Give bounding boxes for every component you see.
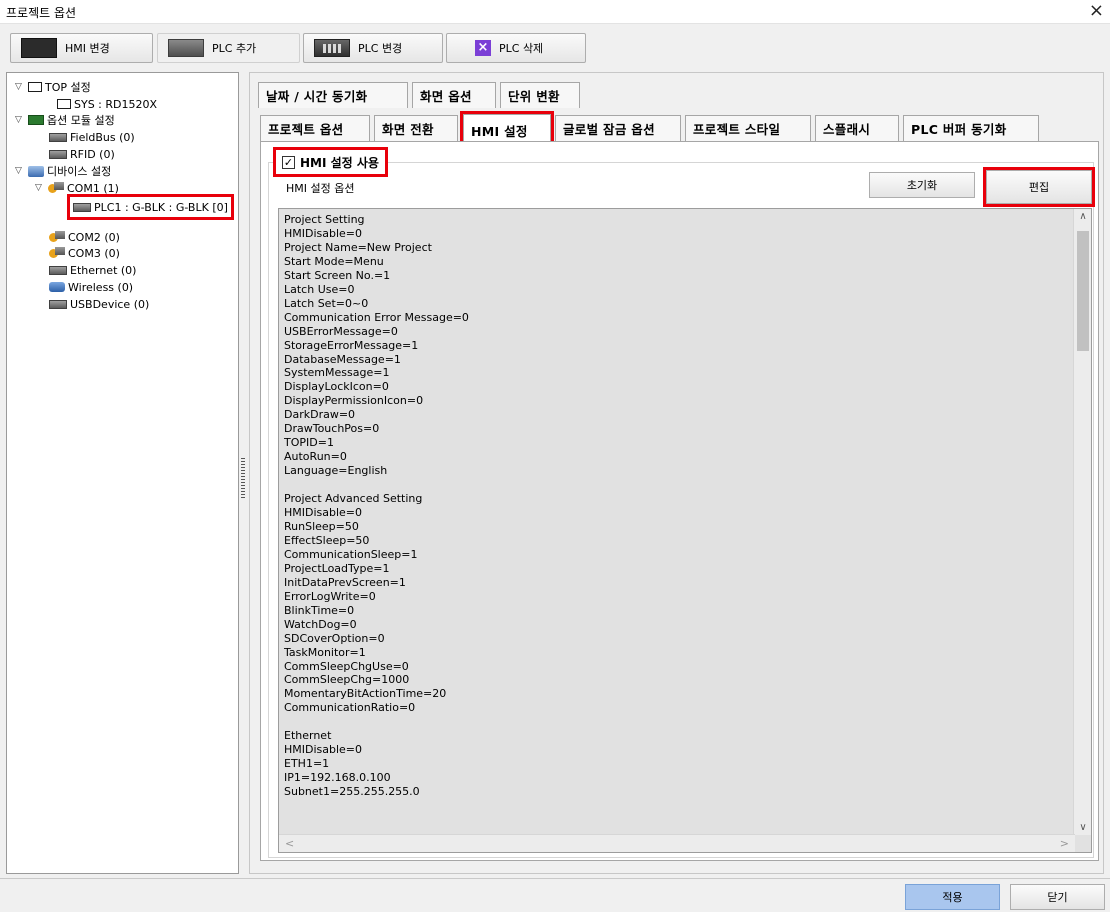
project-tree[interactable]: ▽ TOP 설정 SYS : RD1520X ▽ 옵션 모듈 설정 FieldB… (6, 72, 239, 874)
tree-label: FieldBus (0) (70, 130, 135, 144)
monitor-icon (57, 99, 71, 109)
edit-button[interactable]: 편집 (983, 167, 1095, 207)
tree-label: RFID (0) (70, 147, 115, 161)
tree-label: TOP 설정 (45, 81, 91, 94)
plc-icon (168, 39, 204, 57)
plc-change-button[interactable]: PLC 변경 (303, 33, 443, 63)
toolbar: HMI 변경 PLC 추가 PLC 변경 × PLC 삭제 (0, 28, 1110, 68)
com-port-icon (48, 182, 64, 194)
hmi-settings-textarea[interactable]: Project Setting HMIDisable=0 Project Nam… (278, 208, 1092, 853)
wireless-icon (49, 282, 65, 292)
scroll-left-icon[interactable]: < (285, 837, 294, 850)
hmi-change-button[interactable]: HMI 변경 (10, 33, 153, 63)
hmi-use-checkbox[interactable]: ✓ HMI 설정 사용 (273, 147, 388, 177)
checkbox-checked-icon[interactable]: ✓ (282, 155, 295, 169)
tree-item-sys[interactable]: SYS : RD1520X (57, 96, 157, 112)
tree-label: COM3 (0) (68, 246, 120, 260)
tree-item-usbdevice[interactable]: USBDevice (0) (49, 296, 149, 312)
window-title: 프로젝트 옵션 (6, 6, 77, 20)
scroll-down-icon[interactable]: ∨ (1074, 822, 1092, 833)
tree-label: PLC1 : G-BLK : G-BLK [0] (94, 200, 228, 214)
tab-project-options[interactable]: 프로젝트 옵션 (260, 115, 370, 141)
com-port-icon (49, 231, 65, 243)
plc-icon (73, 202, 91, 212)
tab-unit-conversion[interactable]: 단위 변환 (500, 82, 580, 108)
tree-item-fieldbus[interactable]: FieldBus (0) (49, 129, 135, 145)
tab-project-style[interactable]: 프로젝트 스타일 (685, 115, 811, 141)
tab-datetime-sync[interactable]: 날짜 / 시간 동기화 (258, 82, 408, 108)
com-port-icon (49, 247, 65, 259)
tree-item-com3[interactable]: COM3 (0) (49, 245, 120, 261)
close-icon[interactable]: × (1089, 1, 1104, 21)
tree-label: 옵션 모듈 설정 (47, 114, 115, 127)
chevron-down-icon[interactable]: ▽ (15, 82, 25, 92)
close-button[interactable]: 닫기 (1010, 884, 1105, 910)
device-icon (28, 165, 44, 177)
tree-label: Wireless (0) (68, 280, 134, 294)
hmi-icon (21, 38, 57, 58)
tree-item-option-module[interactable]: ▽ 옵션 모듈 설정 (15, 112, 115, 128)
tree-item-device[interactable]: ▽ 디바이스 설정 (15, 163, 111, 179)
tree-label: Ethernet (0) (70, 263, 137, 277)
rfid-icon (49, 149, 67, 159)
chevron-down-icon[interactable]: ▽ (15, 115, 25, 125)
module-board-icon (28, 115, 44, 125)
tab-splash[interactable]: 스플래시 (815, 115, 899, 141)
plc-delete-button[interactable]: × PLC 삭제 (446, 33, 586, 63)
tree-label: COM1 (1) (67, 181, 119, 195)
tree-item-top[interactable]: ▽ TOP 설정 (15, 79, 91, 95)
tree-item-rfid[interactable]: RFID (0) (49, 146, 115, 162)
tree-label: 디바이스 설정 (47, 165, 112, 178)
chevron-down-icon[interactable]: ▽ (15, 166, 25, 176)
hmi-options-label: HMI 설정 옵션 (286, 182, 355, 195)
settings-text: Project Setting HMIDisable=0 Project Nam… (284, 213, 469, 799)
tree-item-ethernet[interactable]: Ethernet (0) (49, 262, 136, 278)
monitor-icon (28, 82, 42, 92)
tree-label: COM2 (0) (68, 230, 120, 244)
hmi-use-label: HMI 설정 사용 (300, 155, 379, 170)
scroll-up-icon[interactable]: ∧ (1074, 211, 1092, 222)
chevron-down-icon[interactable]: ▽ (35, 183, 45, 193)
plc-add-label: PLC 추가 (212, 42, 257, 55)
tree-item-plc1[interactable]: PLC1 : G-BLK : G-BLK [0] (67, 194, 234, 220)
horizontal-scrollbar[interactable]: < > (279, 834, 1075, 852)
tree-item-com2[interactable]: COM2 (0) (49, 229, 120, 245)
tab-global-lock-options[interactable]: 글로벌 잠금 옵션 (555, 115, 681, 141)
tree-item-com1[interactable]: ▽ COM1 (1) (35, 180, 119, 196)
delete-icon: × (475, 40, 491, 56)
usb-device-icon (49, 299, 67, 309)
scroll-thumb[interactable] (1077, 231, 1089, 351)
ethernet-icon (49, 265, 67, 275)
plc-add-button[interactable]: PLC 추가 (157, 33, 300, 63)
apply-button[interactable]: 적용 (905, 884, 1000, 910)
tree-label: SYS : RD1520X (74, 97, 158, 111)
hmi-change-label: HMI 변경 (65, 42, 110, 55)
reset-button[interactable]: 초기화 (869, 172, 975, 198)
vertical-scrollbar[interactable]: ∧ ∨ (1073, 209, 1091, 835)
panel-splitter[interactable] (241, 458, 245, 498)
fieldbus-icon (49, 132, 67, 142)
dialog-footer: 적용 닫기 (0, 878, 1110, 912)
plc-rack-icon (314, 39, 350, 57)
title-bar: 프로젝트 옵션 × (0, 0, 1110, 24)
tab-screen-options[interactable]: 화면 옵션 (412, 82, 496, 108)
tab-screen-transition[interactable]: 화면 전환 (374, 115, 458, 141)
tree-item-wireless[interactable]: Wireless (0) (49, 279, 133, 295)
plc-change-label: PLC 변경 (358, 42, 403, 55)
tab-plc-buffer-sync[interactable]: PLC 버퍼 동기화 (903, 115, 1039, 141)
scroll-right-icon[interactable]: > (1060, 837, 1069, 850)
plc-delete-label: PLC 삭제 (499, 42, 544, 55)
tree-label: USBDevice (0) (70, 297, 150, 311)
